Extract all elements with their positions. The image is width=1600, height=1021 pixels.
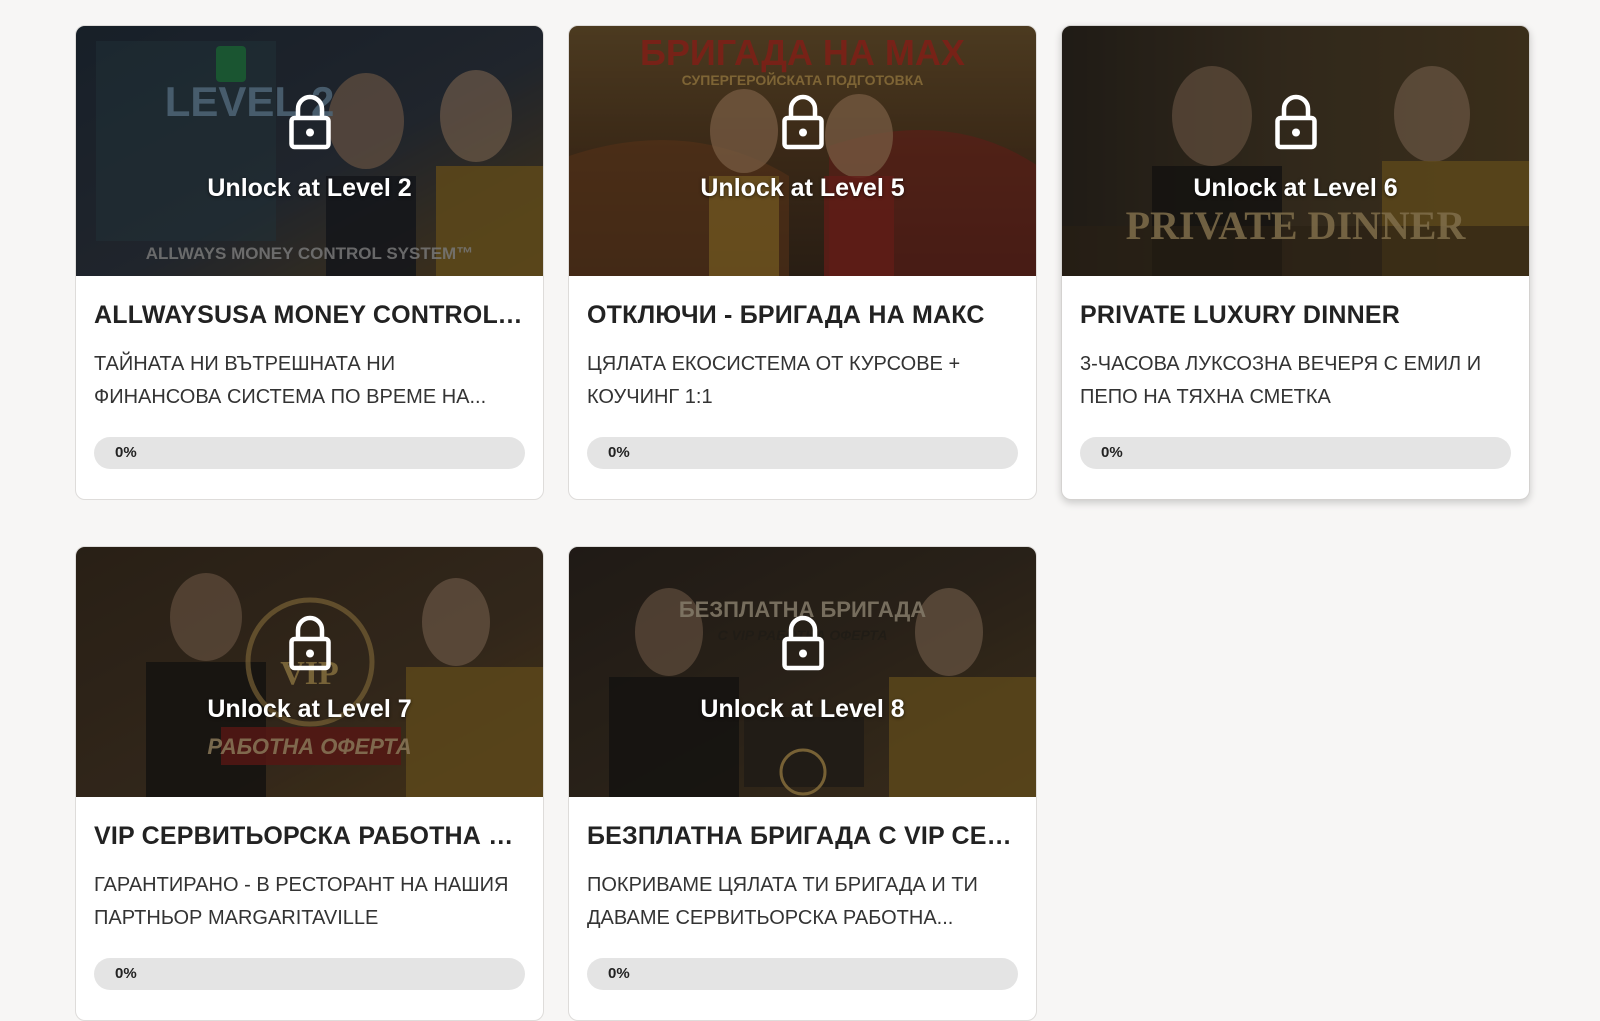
course-title: VIP СЕРВИТЬОРСКА РАБОТНА ОФЕРТА: [94, 822, 525, 850]
lock-icon: [781, 615, 824, 671]
course-description: ПОКРИВАМЕ ЦЯЛАТА ТИ БРИГАДА И ТИ ДАВАМЕ …: [587, 874, 978, 929]
course-description: ГАРАНТИРАНО - В РЕСТОРАНТ НА НАШИЯ ПАРТН…: [94, 874, 509, 929]
progress-bar: 0%: [94, 958, 525, 990]
unlock-level-label: Unlock at Level 2: [207, 174, 412, 202]
unlock-level-label: Unlock at Level 8: [700, 695, 905, 723]
course-description: ЦЯЛАТА ЕКОСИСТЕМА ОТ КУРСОВЕ + КОУЧИНГ 1…: [587, 353, 961, 408]
course-card[interactable]: LEVEL 2 ALLWAYS MONEY CONTROL SYSTEM™ Un…: [75, 25, 544, 500]
locked-overlay: [1062, 26, 1529, 276]
course-title: БЕЗПЛАТНА БРИГАДА С VIP СЕРВИТЬОРСКА РАБ…: [587, 822, 1018, 850]
locked-overlay: [76, 547, 543, 797]
progress-bar: 0%: [587, 958, 1018, 990]
unlock-level-label: Unlock at Level 5: [700, 174, 905, 202]
lock-icon: [288, 94, 331, 150]
lock-icon: [288, 615, 331, 671]
course-description: 3-ЧАСОВА ЛУКСОЗНА ВЕЧЕРЯ С ЕМИЛ И ПЕПО Н…: [1080, 353, 1482, 408]
course-card[interactable]: VIP РАБОТНА ОФЕРТА Unlock at Level 7 VIP…: [75, 546, 544, 1021]
unlock-level-label: Unlock at Level 7: [207, 695, 412, 723]
course-thumbnail[interactable]: VIP РАБОТНА ОФЕРТА Unlock at Level 7: [76, 547, 543, 797]
locked-overlay: [569, 26, 1036, 276]
progress-percent: 0%: [1101, 444, 1123, 461]
lock-icon: [781, 94, 824, 150]
course-grid: LEVEL 2 ALLWAYS MONEY CONTROL SYSTEM™ Un…: [0, 0, 1600, 1021]
progress-percent: 0%: [115, 965, 137, 982]
course-thumbnail[interactable]: PRIVATE DINNER Unlock at Level 6: [1062, 26, 1529, 276]
course-card[interactable]: PRIVATE DINNER Unlock at Level 6 PRIVATE…: [1061, 25, 1530, 500]
course-card[interactable]: БЕЗПЛАТНА БРИГАДА С VIP РАБОТНА ОФЕРТА U…: [568, 546, 1037, 1021]
progress-percent: 0%: [608, 965, 630, 982]
lock-icon: [1274, 94, 1317, 150]
course-thumbnail[interactable]: БЕЗПЛАТНА БРИГАДА С VIP РАБОТНА ОФЕРТА U…: [569, 547, 1036, 797]
course-title: ОТКЛЮЧИ - БРИГАДА НА МАКС: [587, 301, 985, 329]
progress-bar: 0%: [587, 437, 1018, 469]
progress-bar: 0%: [1080, 437, 1511, 469]
locked-overlay: [569, 547, 1036, 797]
progress-bar: 0%: [94, 437, 525, 469]
unlock-level-label: Unlock at Level 6: [1193, 174, 1398, 202]
course-thumbnail[interactable]: БРИГАДА НА МАХ СУПЕРГЕРОЙСКАТА ПОДГОТОВК…: [569, 26, 1036, 276]
course-card[interactable]: БРИГАДА НА МАХ СУПЕРГЕРОЙСКАТА ПОДГОТОВК…: [568, 25, 1037, 500]
course-title: PRIVATE LUXURY DINNER: [1080, 301, 1400, 329]
course-title: ALLWAYSUSA MONEY CONTROL SYSTEM: [94, 301, 525, 329]
progress-percent: 0%: [115, 444, 137, 461]
course-description: ТАЙНАТА НИ ВЪТРЕШНАТА НИ ФИНАНСОВА СИСТЕ…: [94, 353, 487, 408]
progress-percent: 0%: [608, 444, 630, 461]
locked-overlay: [76, 26, 543, 276]
course-thumbnail[interactable]: LEVEL 2 ALLWAYS MONEY CONTROL SYSTEM™ Un…: [76, 26, 543, 276]
